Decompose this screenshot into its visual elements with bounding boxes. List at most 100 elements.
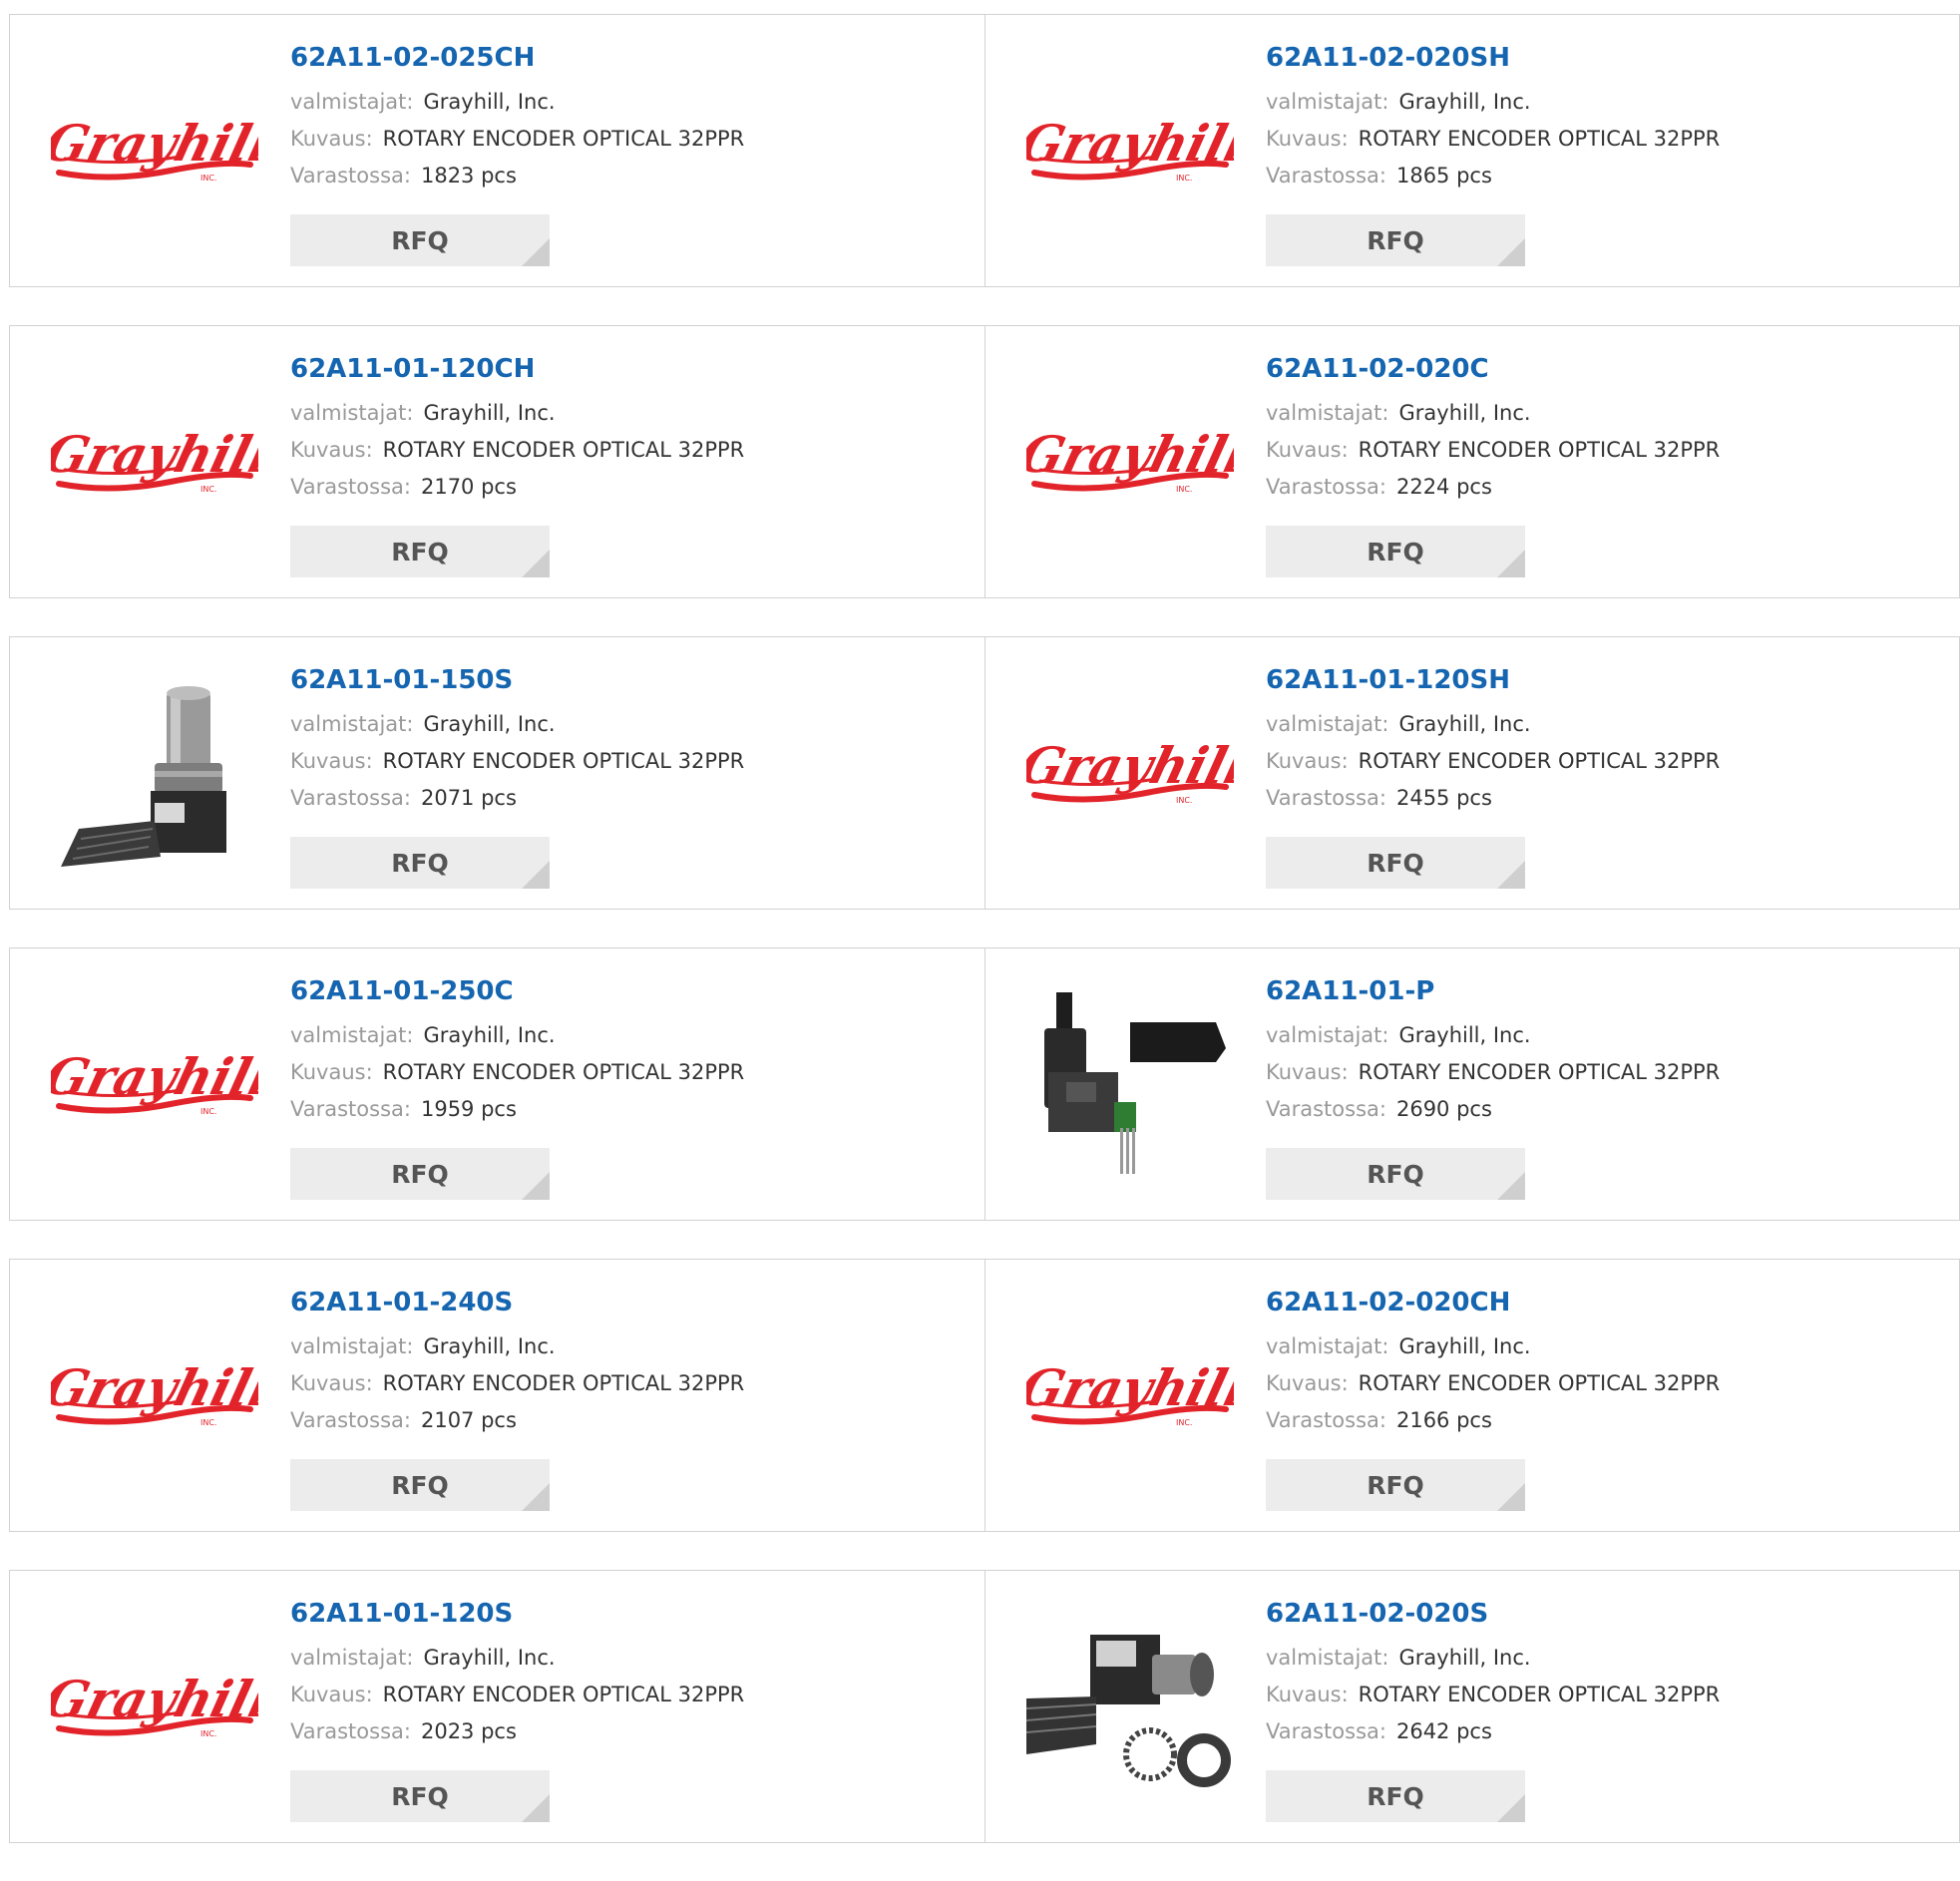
description-line: Kuvaus: ROTARY ENCODER OPTICAL 32PPR bbox=[1266, 432, 1939, 469]
brand-logo-image[interactable]: Grayhill INC. bbox=[1026, 360, 1234, 560]
manufacturer-label: valmistajat: bbox=[1266, 90, 1389, 114]
brand-logo-image[interactable]: Grayhill INC. bbox=[51, 1605, 258, 1804]
part-number-link[interactable]: 62A11-02-025CH bbox=[290, 42, 965, 74]
svg-text:Grayhill: Grayhill bbox=[1026, 736, 1234, 795]
stock-label: Varastossa: bbox=[1266, 164, 1386, 188]
manufacturer-line: valmistajat: Grayhill, Inc. bbox=[290, 1328, 965, 1365]
stock-line: Varastossa: 2170 pcs bbox=[290, 469, 965, 506]
manufacturer-line: valmistajat: Grayhill, Inc. bbox=[290, 84, 965, 121]
part-number-link[interactable]: 62A11-01-P bbox=[1266, 975, 1939, 1007]
manufacturer-label: valmistajat: bbox=[1266, 401, 1389, 425]
svg-text:Grayhill: Grayhill bbox=[51, 1670, 258, 1728]
brand-logo-image[interactable]: Grayhill INC. bbox=[1026, 671, 1234, 871]
product-card: Grayhill INC. 62A11-01-250C valmistajat:… bbox=[10, 948, 984, 1220]
manufacturer-line: valmistajat: Grayhill, Inc. bbox=[1266, 84, 1939, 121]
manufacturer-line: valmistajat: Grayhill, Inc. bbox=[290, 395, 965, 432]
brand-logo-image[interactable]: Grayhill INC. bbox=[51, 360, 258, 560]
svg-text:Grayhill: Grayhill bbox=[1026, 114, 1234, 173]
stock-value: 1823 pcs bbox=[420, 164, 517, 188]
part-number-link[interactable]: 62A11-01-120S bbox=[290, 1598, 965, 1630]
brand-logo-image[interactable]: Grayhill INC. bbox=[51, 1294, 258, 1493]
description-value: ROTARY ENCODER OPTICAL 32PPR bbox=[1358, 438, 1721, 462]
part-number-link[interactable]: 62A11-02-020SH bbox=[1266, 42, 1939, 74]
manufacturer-value: Grayhill, Inc. bbox=[423, 1023, 556, 1047]
product-info: 62A11-01-250C valmistajat: Grayhill, Inc.… bbox=[290, 975, 965, 1128]
rfq-button[interactable]: RFQ bbox=[1266, 526, 1525, 577]
product-card: Grayhill INC. 62A11-02-020SH valmistajat… bbox=[984, 15, 1959, 286]
rfq-button[interactable]: RFQ bbox=[1266, 214, 1525, 266]
rfq-button[interactable]: RFQ bbox=[290, 1459, 550, 1511]
description-value: ROTARY ENCODER OPTICAL 32PPR bbox=[382, 1371, 745, 1395]
svg-text:Grayhill: Grayhill bbox=[1026, 425, 1234, 484]
rfq-button[interactable]: RFQ bbox=[290, 214, 550, 266]
stock-line: Varastossa: 2071 pcs bbox=[290, 780, 965, 817]
manufacturer-value: Grayhill, Inc. bbox=[1398, 1023, 1531, 1047]
rfq-button[interactable]: RFQ bbox=[290, 1148, 550, 1200]
part-number-link[interactable]: 62A11-01-120SH bbox=[1266, 664, 1939, 696]
manufacturer-label: valmistajat: bbox=[290, 1023, 414, 1047]
corner-fold-decoration bbox=[522, 550, 550, 577]
product-photo[interactable] bbox=[1026, 1605, 1234, 1804]
brand-logo-image[interactable]: Grayhill INC. bbox=[51, 982, 258, 1182]
brand-logo-image[interactable]: Grayhill INC. bbox=[51, 49, 258, 248]
brand-logo-image[interactable]: Grayhill INC. bbox=[1026, 49, 1234, 248]
rfq-label: RFQ bbox=[391, 1470, 449, 1500]
manufacturer-value: Grayhill, Inc. bbox=[423, 1646, 556, 1670]
manufacturer-label: valmistajat: bbox=[290, 401, 414, 425]
part-number-link[interactable]: 62A11-01-150S bbox=[290, 664, 965, 696]
product-row: 62A11-01-150S valmistajat: Grayhill, Inc.… bbox=[9, 636, 1960, 910]
manufacturer-value: Grayhill, Inc. bbox=[423, 1334, 556, 1358]
product-info: 62A11-02-020CH valmistajat: Grayhill, Inc… bbox=[1266, 1287, 1939, 1439]
rfq-label: RFQ bbox=[1367, 1781, 1424, 1811]
product-info: 62A11-02-020S valmistajat: Grayhill, Inc.… bbox=[1266, 1598, 1939, 1750]
rfq-button[interactable]: RFQ bbox=[1266, 837, 1525, 889]
description-line: Kuvaus: ROTARY ENCODER OPTICAL 32PPR bbox=[1266, 1054, 1939, 1091]
stock-value: 2690 pcs bbox=[1395, 1097, 1492, 1121]
stock-label: Varastossa: bbox=[1266, 786, 1386, 810]
rfq-button[interactable]: RFQ bbox=[1266, 1459, 1525, 1511]
description-value: ROTARY ENCODER OPTICAL 32PPR bbox=[382, 1683, 745, 1706]
stock-line: Varastossa: 2224 pcs bbox=[1266, 469, 1939, 506]
product-row: Grayhill INC. 62A11-01-240S valmistajat:… bbox=[9, 1259, 1960, 1532]
rfq-button[interactable]: RFQ bbox=[1266, 1770, 1525, 1822]
rfq-button[interactable]: RFQ bbox=[290, 1770, 550, 1822]
manufacturer-label: valmistajat: bbox=[1266, 712, 1389, 736]
description-line: Kuvaus: ROTARY ENCODER OPTICAL 32PPR bbox=[290, 1677, 965, 1713]
stock-value: 1959 pcs bbox=[420, 1097, 517, 1121]
corner-fold-decoration bbox=[1497, 1794, 1525, 1822]
product-card: Grayhill INC. 62A11-01-120S valmistajat:… bbox=[10, 1571, 984, 1842]
description-label: Kuvaus: bbox=[1266, 1060, 1349, 1084]
stock-line: Varastossa: 2455 pcs bbox=[1266, 780, 1939, 817]
product-info: 62A11-01-240S valmistajat: Grayhill, Inc.… bbox=[290, 1287, 965, 1439]
stock-line: Varastossa: 1823 pcs bbox=[290, 158, 965, 194]
part-number-link[interactable]: 62A11-01-240S bbox=[290, 1287, 965, 1318]
stock-value: 2071 pcs bbox=[420, 786, 517, 810]
product-card: Grayhill INC. 62A11-01-240S valmistajat:… bbox=[10, 1260, 984, 1531]
rfq-button[interactable]: RFQ bbox=[1266, 1148, 1525, 1200]
manufacturer-label: valmistajat: bbox=[1266, 1334, 1389, 1358]
part-number-link[interactable]: 62A11-02-020S bbox=[1266, 1598, 1939, 1630]
part-number-link[interactable]: 62A11-01-250C bbox=[290, 975, 965, 1007]
manufacturer-value: Grayhill, Inc. bbox=[1398, 401, 1531, 425]
corner-fold-decoration bbox=[522, 861, 550, 889]
part-number-link[interactable]: 62A11-02-020CH bbox=[1266, 1287, 1939, 1318]
description-label: Kuvaus: bbox=[1266, 1683, 1349, 1706]
rfq-button[interactable]: RFQ bbox=[290, 526, 550, 577]
description-value: ROTARY ENCODER OPTICAL 32PPR bbox=[1358, 1060, 1721, 1084]
part-number-link[interactable]: 62A11-01-120CH bbox=[290, 353, 965, 385]
part-number-link[interactable]: 62A11-02-020C bbox=[1266, 353, 1939, 385]
product-info: 62A11-01-120CH valmistajat: Grayhill, Inc… bbox=[290, 353, 965, 506]
rfq-label: RFQ bbox=[391, 225, 449, 255]
rfq-label: RFQ bbox=[391, 848, 449, 878]
rfq-label: RFQ bbox=[1367, 848, 1424, 878]
stock-value: 2023 pcs bbox=[420, 1719, 517, 1743]
stock-line: Varastossa: 2023 pcs bbox=[290, 1713, 965, 1750]
rfq-button[interactable]: RFQ bbox=[290, 837, 550, 889]
product-photo[interactable] bbox=[1026, 982, 1234, 1182]
stock-value: 2455 pcs bbox=[1395, 786, 1492, 810]
stock-value: 2166 pcs bbox=[1395, 1408, 1492, 1432]
product-photo[interactable] bbox=[51, 671, 258, 871]
brand-logo-image[interactable]: Grayhill INC. bbox=[1026, 1294, 1234, 1493]
corner-fold-decoration bbox=[522, 1794, 550, 1822]
stock-label: Varastossa: bbox=[290, 786, 411, 810]
